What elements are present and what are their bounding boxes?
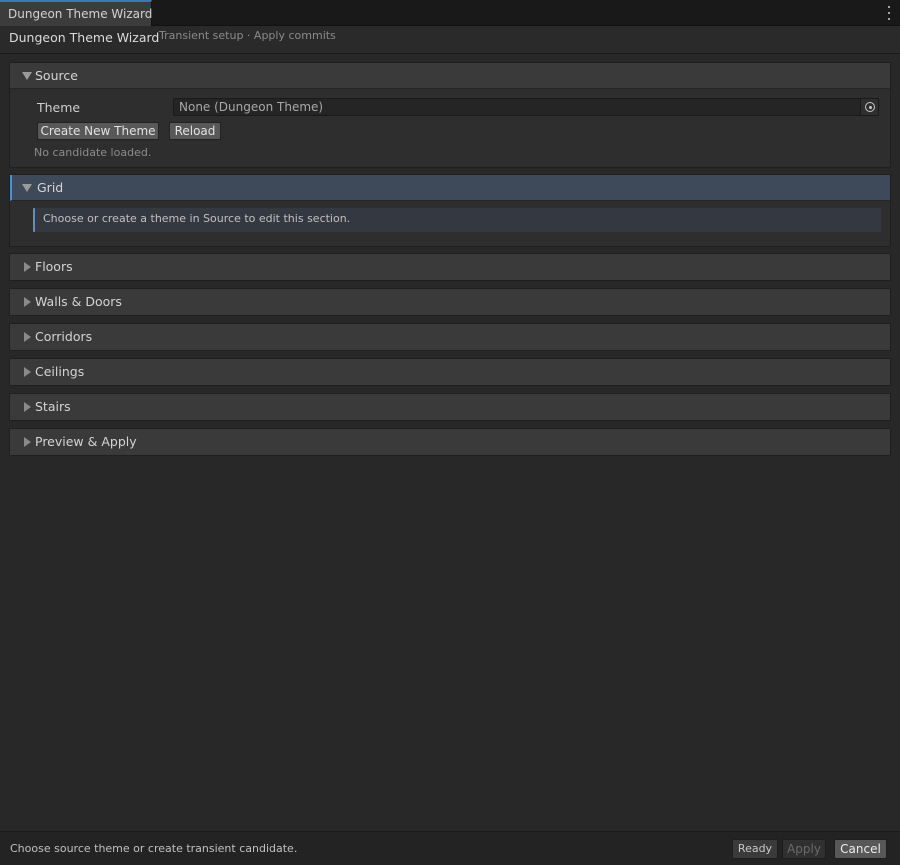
section-ceilings-header[interactable]: Ceilings bbox=[10, 359, 890, 385]
section-walls-doors-header[interactable]: Walls & Doors bbox=[10, 289, 890, 315]
section-preview-apply-header[interactable]: Preview & Apply bbox=[10, 429, 890, 455]
ready-badge: Ready bbox=[732, 839, 778, 859]
section-grid: Grid Choose or create a theme in Source … bbox=[9, 174, 891, 247]
window-tab-label: Dungeon Theme Wizard bbox=[8, 7, 153, 21]
page-subtitle: Transient setup · Apply commits bbox=[159, 29, 336, 42]
footer-bar: Choose source theme or create transient … bbox=[0, 831, 900, 865]
more-options-icon[interactable] bbox=[886, 6, 892, 20]
chevron-down-icon bbox=[22, 184, 32, 192]
section-walls-doors-label: Walls & Doors bbox=[35, 294, 122, 309]
object-picker-icon[interactable] bbox=[860, 99, 878, 115]
section-grid-header[interactable]: Grid bbox=[10, 175, 890, 201]
create-new-theme-button[interactable]: Create New Theme bbox=[37, 122, 159, 140]
section-preview-apply: Preview & Apply bbox=[9, 428, 891, 456]
section-corridors-header[interactable]: Corridors bbox=[10, 324, 890, 350]
theme-field-label: Theme bbox=[37, 100, 81, 115]
apply-button[interactable]: Apply bbox=[782, 839, 826, 859]
source-hint: No candidate loaded. bbox=[34, 146, 152, 159]
section-stairs: Stairs bbox=[9, 393, 891, 421]
section-corridors-label: Corridors bbox=[35, 329, 93, 344]
section-floors-label: Floors bbox=[35, 259, 73, 274]
chevron-right-icon bbox=[24, 437, 31, 447]
chevron-down-icon bbox=[22, 72, 32, 80]
chevron-right-icon bbox=[24, 262, 31, 272]
window-tab[interactable]: Dungeon Theme Wizard bbox=[0, 0, 152, 26]
section-walls-doors: Walls & Doors bbox=[9, 288, 891, 316]
grid-info-box: Choose or create a theme in Source to ed… bbox=[33, 208, 881, 232]
theme-object-field[interactable]: None (Dungeon Theme) bbox=[173, 98, 879, 116]
section-ceilings-label: Ceilings bbox=[35, 364, 85, 379]
theme-object-field-value: None (Dungeon Theme) bbox=[179, 100, 324, 114]
cancel-button[interactable]: Cancel bbox=[834, 839, 887, 859]
chevron-right-icon bbox=[24, 297, 31, 307]
window-header: Dungeon Theme Wizard Transient setup · A… bbox=[0, 26, 900, 54]
section-stairs-label: Stairs bbox=[35, 399, 71, 414]
section-corridors: Corridors bbox=[9, 323, 891, 351]
section-preview-apply-label: Preview & Apply bbox=[35, 434, 137, 449]
status-text: Choose source theme or create transient … bbox=[10, 842, 298, 855]
chevron-right-icon bbox=[24, 367, 31, 377]
section-grid-label: Grid bbox=[37, 180, 64, 195]
reload-button[interactable]: Reload bbox=[169, 122, 221, 140]
chevron-right-icon bbox=[24, 332, 31, 342]
section-source-header[interactable]: Source bbox=[10, 63, 890, 89]
chevron-right-icon bbox=[24, 402, 31, 412]
section-floors: Floors bbox=[9, 253, 891, 281]
section-floors-header[interactable]: Floors bbox=[10, 254, 890, 280]
section-source: Source Theme None (Dungeon Theme) Create… bbox=[9, 62, 891, 168]
page-title: Dungeon Theme Wizard bbox=[9, 30, 160, 45]
section-source-label: Source bbox=[35, 68, 78, 83]
section-stairs-header[interactable]: Stairs bbox=[10, 394, 890, 420]
grid-info-text: Choose or create a theme in Source to ed… bbox=[43, 212, 351, 225]
tab-bar: Dungeon Theme Wizard bbox=[0, 0, 900, 26]
section-ceilings: Ceilings bbox=[9, 358, 891, 386]
